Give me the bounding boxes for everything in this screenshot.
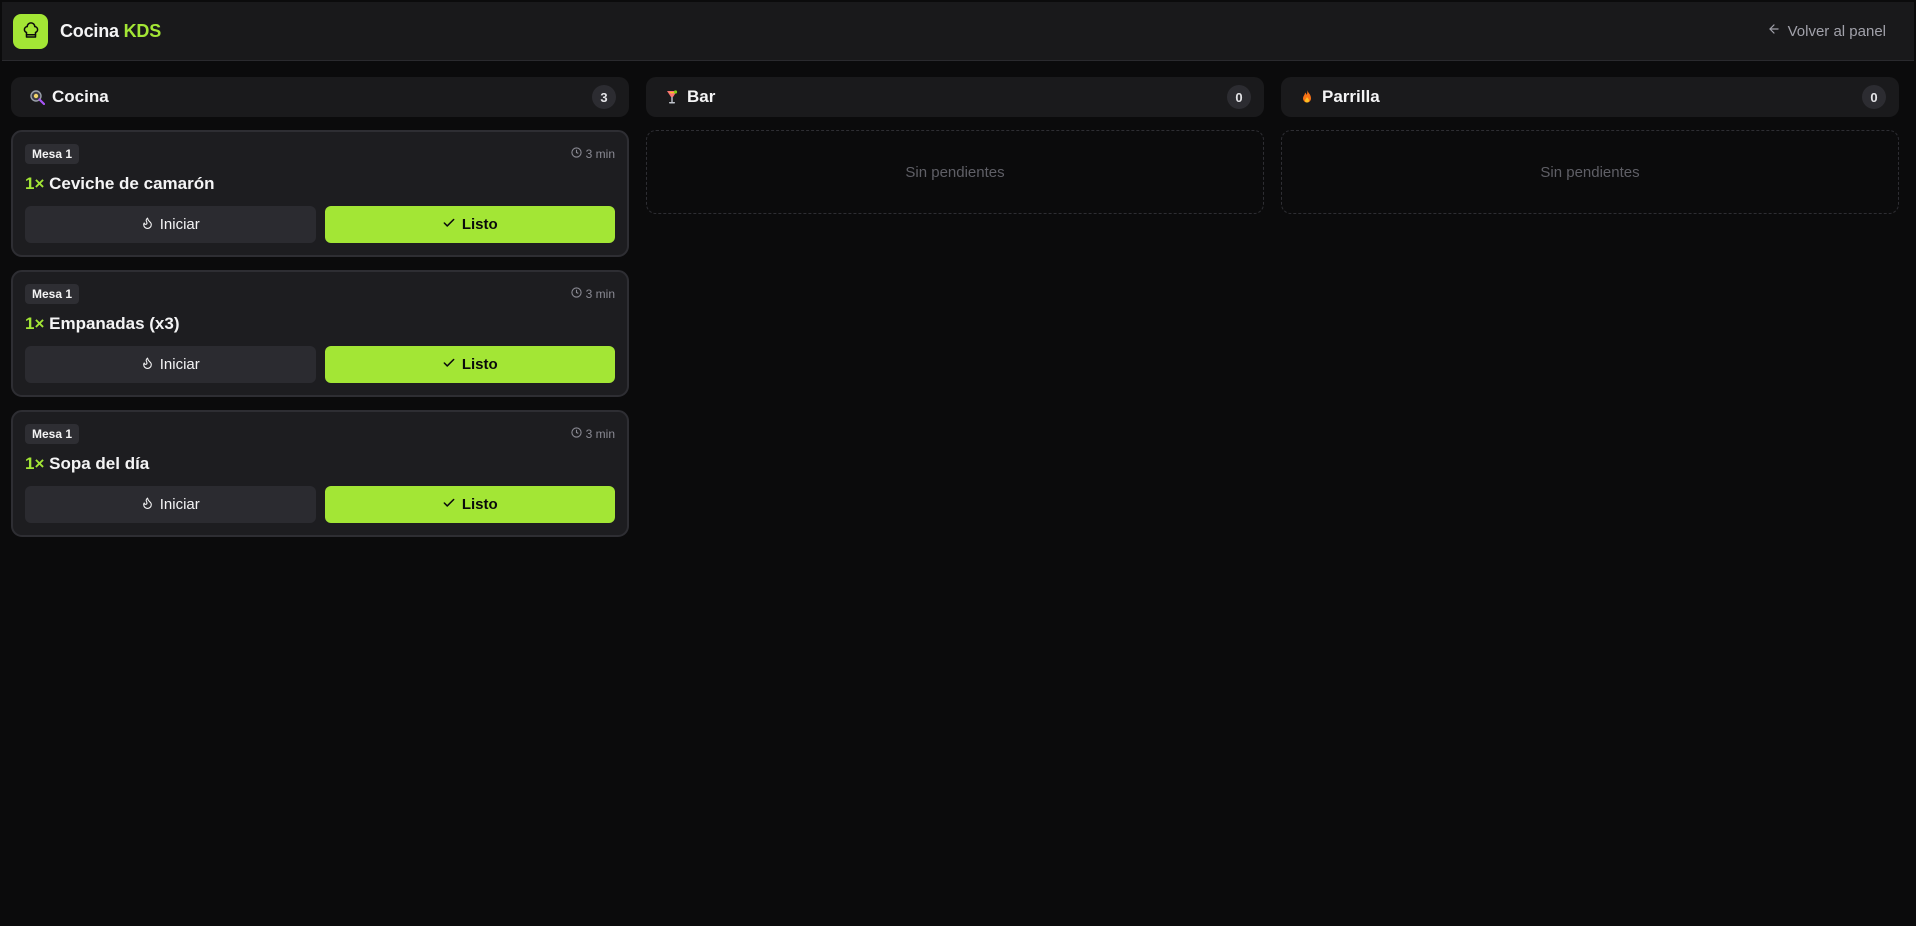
column-bar: Bar 0 Sin pendientes: [646, 77, 1264, 537]
column-header: Parrilla 0: [1281, 77, 1899, 117]
done-button[interactable]: Listo: [324, 206, 615, 243]
pending-count-badge: 3: [592, 85, 616, 109]
arrow-left-icon: [1767, 22, 1781, 40]
table-badge: Mesa 1: [25, 424, 80, 444]
flame-icon: [141, 356, 154, 374]
table-badge: Mesa 1: [25, 284, 80, 304]
elapsed-time-label: 3 min: [585, 147, 615, 161]
start-button[interactable]: Iniciar: [25, 486, 316, 523]
column-title: Bar: [687, 87, 716, 106]
frying-pan-icon: [29, 89, 45, 105]
back-link-label: Volver al panel: [1787, 22, 1886, 40]
done-button-label: Listo: [461, 356, 498, 373]
empty-state: Sin pendientes: [646, 130, 1264, 214]
fire-icon: [1299, 89, 1315, 105]
ticket-item: 1× Empanadas (x3): [25, 314, 615, 336]
item-name: Ceviche de camarón: [49, 174, 215, 193]
done-button[interactable]: Listo: [324, 346, 615, 383]
column-title: Parrilla: [1322, 87, 1380, 106]
elapsed-time-label: 3 min: [585, 427, 615, 441]
top-bar: Cocina KDS Volver al panel: [2, 2, 1914, 61]
elapsed-time: 3 min: [571, 427, 615, 441]
start-button-label: Iniciar: [159, 496, 200, 513]
item-name: Sopa del día: [49, 454, 150, 473]
chef-hat-icon: [13, 13, 48, 49]
order-ticket: Mesa 1 3 min 1× Empanadas (x3) Iniciar L…: [11, 270, 629, 397]
empty-state: Sin pendientes: [1281, 130, 1899, 214]
elapsed-time: 3 min: [571, 147, 615, 161]
app-title-accent: KDS: [123, 20, 162, 41]
app-title-main: Cocina: [60, 20, 119, 41]
ticket-item: 1× Sopa del día: [25, 454, 615, 476]
flame-icon: [141, 216, 154, 234]
station-board: Cocina 3 Mesa 1 3 min 1× Ceviche de cama…: [2, 61, 1914, 537]
clock-icon: [571, 287, 582, 301]
done-button-label: Listo: [461, 496, 498, 513]
check-icon: [442, 356, 456, 374]
column-title: Cocina: [52, 87, 109, 106]
cocktail-icon: [664, 89, 680, 105]
back-to-panel-link[interactable]: Volver al panel: [1767, 22, 1886, 40]
ticket-item: 1× Ceviche de camarón: [25, 174, 615, 196]
column-cocina: Cocina 3 Mesa 1 3 min 1× Ceviche de cama…: [11, 77, 629, 537]
start-button[interactable]: Iniciar: [25, 346, 316, 383]
item-name: Empanadas (x3): [49, 314, 180, 333]
done-button-label: Listo: [461, 216, 498, 233]
kds-app: Cocina KDS Volver al panel Cocina 3 Mesa…: [2, 2, 1914, 924]
clock-icon: [571, 147, 582, 161]
item-quantity: 1×: [25, 174, 45, 193]
column-header: Cocina 3: [11, 77, 629, 117]
order-ticket: Mesa 1 3 min 1× Sopa del día Iniciar Lis…: [11, 410, 629, 537]
elapsed-time-label: 3 min: [585, 287, 615, 301]
app-title: Cocina KDS: [60, 21, 161, 42]
elapsed-time: 3 min: [571, 287, 615, 301]
check-icon: [442, 496, 456, 514]
column-header: Bar 0: [646, 77, 1264, 117]
table-badge: Mesa 1: [25, 144, 80, 164]
item-quantity: 1×: [25, 454, 45, 473]
check-icon: [442, 216, 456, 234]
start-button-label: Iniciar: [159, 216, 200, 233]
done-button[interactable]: Listo: [324, 486, 615, 523]
order-ticket: Mesa 1 3 min 1× Ceviche de camarón Inici…: [11, 130, 629, 257]
clock-icon: [571, 427, 582, 441]
item-quantity: 1×: [25, 314, 45, 333]
start-button[interactable]: Iniciar: [25, 206, 316, 243]
pending-count-badge: 0: [1862, 85, 1886, 109]
flame-icon: [141, 496, 154, 514]
column-parrilla: Parrilla 0 Sin pendientes: [1281, 77, 1899, 537]
start-button-label: Iniciar: [159, 356, 200, 373]
pending-count-badge: 0: [1227, 85, 1251, 109]
